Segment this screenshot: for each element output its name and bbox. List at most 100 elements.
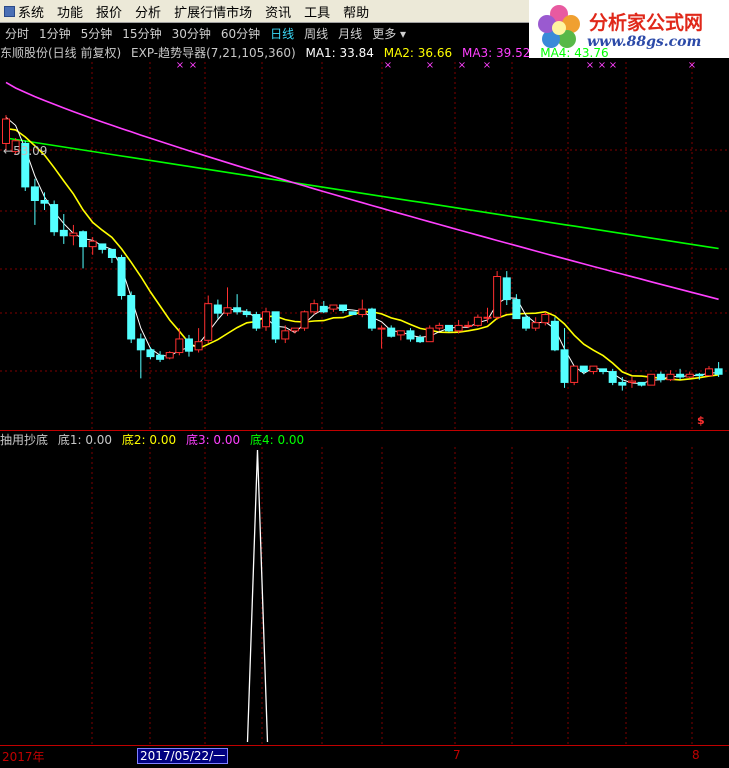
cross-marker: × (189, 60, 197, 71)
cross-marker: × (176, 60, 184, 71)
indicator-name: 抽用抄底 (0, 433, 49, 447)
candle-body (695, 373, 704, 377)
candle-body (531, 322, 540, 329)
candle-body (406, 330, 415, 340)
candle-body (522, 316, 531, 329)
candle-body (184, 338, 193, 352)
candle-body (377, 327, 386, 330)
cross-marker: × (688, 60, 696, 71)
cross-marker: × (458, 60, 466, 71)
candle-body (550, 320, 559, 351)
candle-body (2, 118, 10, 144)
candle-body (358, 308, 367, 316)
candle-body (127, 295, 136, 340)
cross-marker: × (598, 60, 606, 71)
candle-body (387, 327, 396, 337)
candle-body (396, 330, 405, 336)
candle-body (262, 311, 271, 328)
bottom4-value: 底4: 0.00 (249, 433, 305, 447)
candle-body (233, 307, 242, 313)
high-price-label: ←53.09 (3, 144, 48, 158)
candle-body (637, 381, 646, 386)
cross-marker: × (586, 60, 594, 71)
candle-body (656, 373, 665, 381)
indicator-spike (246, 449, 269, 743)
candle-body (59, 229, 68, 237)
candle-body (502, 277, 511, 301)
candle-body (329, 304, 338, 310)
candle-body (107, 248, 116, 259)
axis-month-7: 7 (453, 748, 461, 762)
bottom3-value: 底3: 0.00 (185, 433, 241, 447)
candle-body (88, 240, 97, 248)
candle-body (117, 257, 126, 297)
candle-body (493, 276, 502, 318)
cross-marker: × (483, 60, 491, 71)
indicator-info: 抽用抄底 底1: 0.00 底2: 0.00 底3: 0.00 底4: 0.00 (0, 431, 310, 447)
cursor-date-label: 2017/05/22/一 (137, 748, 229, 764)
cross-marker: × (426, 60, 434, 71)
candle-body (560, 349, 569, 383)
candle-body (69, 232, 78, 237)
candle-body (541, 314, 550, 324)
candle-body (512, 299, 521, 320)
candle-body (685, 373, 694, 378)
candle-body (79, 231, 88, 248)
candle-body (483, 316, 492, 319)
candle-body (627, 380, 636, 383)
kline-chart[interactable]: × × × × × × × × × × (0, 0, 729, 767)
candle-body (175, 338, 184, 354)
candle-body (319, 305, 328, 313)
candle-body (425, 327, 434, 343)
candle-body (252, 314, 261, 329)
candle-body (223, 307, 232, 314)
candle-body (435, 324, 444, 329)
candle-body (704, 368, 713, 377)
candle-body (570, 365, 579, 383)
candle-body (714, 368, 723, 375)
candle-body (40, 199, 49, 204)
candle-body (271, 311, 280, 340)
candle-body (367, 308, 376, 329)
candle-body (290, 327, 299, 332)
ma3-line (5, 81, 719, 301)
cross-marker: × (384, 60, 392, 71)
candle-body (204, 303, 213, 341)
candle-body (165, 352, 174, 359)
candle-body (666, 373, 675, 381)
candle-body (599, 368, 608, 373)
candle-body (416, 337, 425, 343)
candle-body (589, 365, 598, 373)
candle-body (348, 311, 357, 316)
bottom1-value: 底1: 0.00 (57, 433, 113, 447)
candle-body (473, 316, 482, 326)
candle-body (136, 338, 145, 351)
candle-body (300, 311, 309, 329)
candle-body (50, 204, 59, 233)
candle-body (464, 324, 473, 327)
candle-body (310, 303, 319, 313)
axis-year-label: 2017年 (2, 750, 45, 764)
candle-body (30, 186, 39, 201)
candle-body (608, 371, 617, 383)
ma4-line (5, 137, 719, 250)
candle-body (194, 341, 203, 351)
candle-body (339, 304, 348, 311)
candle-body (156, 354, 165, 360)
axis-month-8: 8 (692, 748, 700, 762)
time-axis: 2017年 2017/05/22/一 7 8 (0, 745, 729, 768)
candle-body (454, 324, 463, 332)
candle-body (213, 304, 222, 314)
bottom2-value: 底2: 0.00 (121, 433, 177, 447)
signal-marker: $ (697, 414, 705, 427)
candle-body (618, 381, 627, 386)
candle-body (676, 373, 685, 378)
candle-body (281, 330, 290, 340)
cross-marker: × (609, 60, 617, 71)
candle-body (98, 243, 107, 250)
candle-body (647, 373, 656, 386)
candle-body (146, 349, 155, 358)
candle-body (444, 324, 453, 332)
candle-body (579, 365, 588, 373)
candle-body (242, 311, 251, 316)
